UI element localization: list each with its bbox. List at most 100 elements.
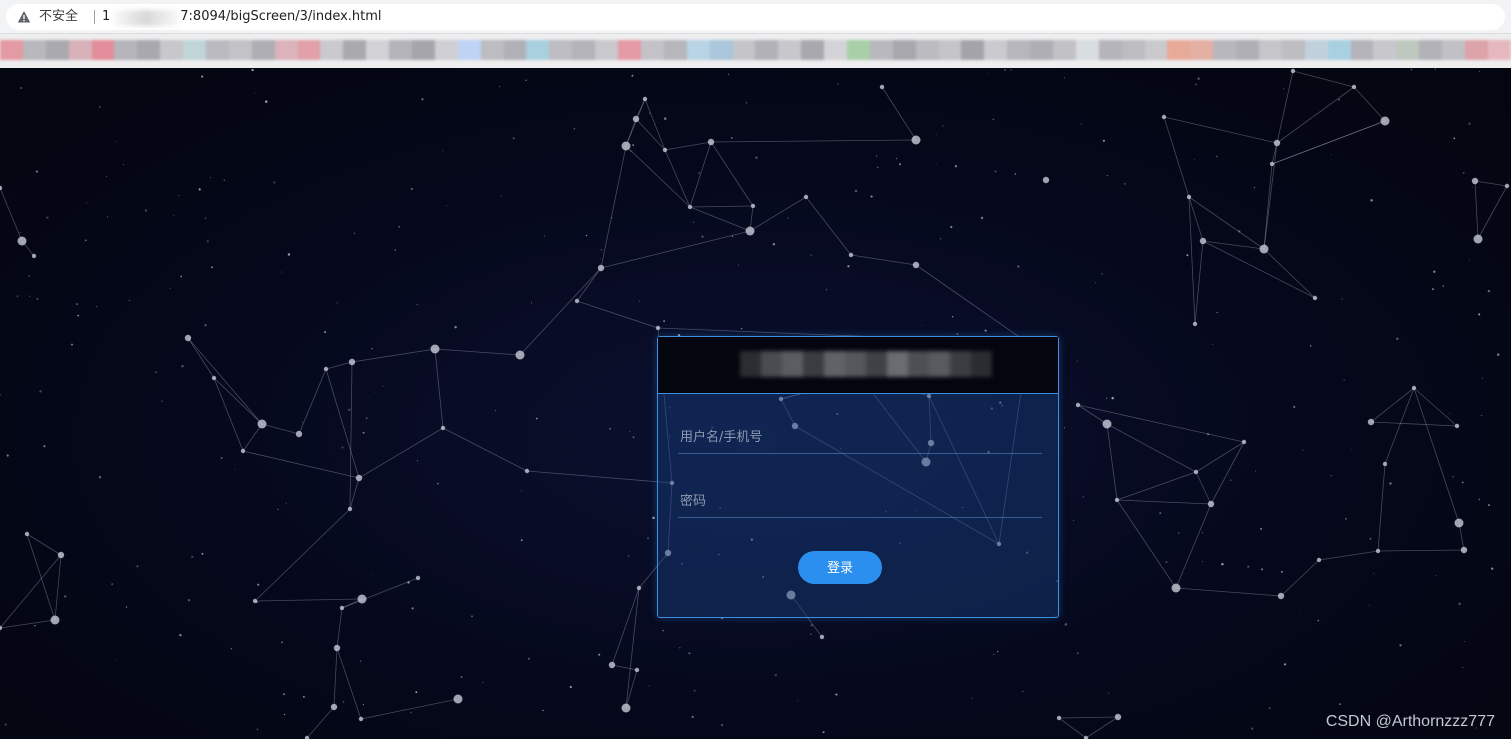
security-label[interactable]: 不安全: [39, 4, 78, 30]
bookmark-item[interactable]: [1487, 40, 1511, 60]
bookmark-item[interactable]: [1327, 40, 1351, 60]
bookmark-item[interactable]: [1396, 40, 1420, 60]
bookmark-item[interactable]: [1281, 40, 1305, 60]
password-input[interactable]: [678, 487, 1042, 515]
star: [693, 689, 696, 692]
star: [283, 693, 286, 696]
star: [1216, 155, 1218, 158]
bookmark-item[interactable]: [1121, 40, 1145, 60]
bookmark-item[interactable]: [434, 40, 458, 60]
bookmark-item[interactable]: [1304, 40, 1328, 60]
bookmark-item[interactable]: [640, 40, 664, 60]
star: [600, 248, 603, 251]
bookmark-item[interactable]: [1373, 40, 1397, 60]
bookmark-item[interactable]: [1098, 40, 1122, 60]
network-link: [1116, 499, 1177, 589]
bookmark-item[interactable]: [869, 40, 893, 60]
bookmark-item[interactable]: [938, 40, 962, 60]
network-link: [1194, 240, 1204, 325]
bookmark-item[interactable]: [1236, 40, 1259, 60]
bookmark-item[interactable]: [1465, 40, 1488, 60]
star: [1102, 139, 1105, 142]
bookmark-item[interactable]: [801, 40, 825, 60]
bookmark-item[interactable]: [526, 40, 550, 60]
network-link: [1271, 120, 1386, 165]
bookmark-item[interactable]: [1350, 40, 1374, 60]
bookmark-item[interactable]: [663, 40, 687, 60]
bookmark-item[interactable]: [1190, 40, 1214, 60]
bookmark-item[interactable]: [961, 40, 985, 60]
bookmark-item[interactable]: [1258, 40, 1282, 60]
bookmark-item[interactable]: [686, 40, 710, 60]
bookmark-item[interactable]: [732, 40, 756, 60]
star: [649, 112, 651, 114]
bookmark-item[interactable]: [709, 40, 733, 60]
star: [86, 202, 88, 204]
bookmark-item[interactable]: [824, 40, 847, 60]
bookmark-item[interactable]: [1213, 40, 1237, 60]
bookmark-item[interactable]: [228, 40, 252, 60]
bookmark-item[interactable]: [274, 40, 298, 60]
url-field[interactable]: 不安全 1 7:8094/bigScreen/3/index.html: [6, 4, 1505, 30]
bookmark-item[interactable]: [1442, 40, 1465, 60]
bookmark-item[interactable]: [1007, 40, 1031, 60]
star: [446, 205, 448, 207]
star: [772, 243, 776, 246]
bookmark-item[interactable]: [320, 40, 344, 60]
bookmark-item[interactable]: [595, 40, 619, 60]
bookmark-item[interactable]: [91, 40, 115, 60]
bookmark-item[interactable]: [137, 40, 161, 60]
bookmark-item[interactable]: [343, 40, 367, 60]
bookmark-item[interactable]: [457, 40, 481, 60]
bookmark-item[interactable]: [0, 40, 23, 60]
bookmark-item[interactable]: [892, 40, 916, 60]
bookmark-item[interactable]: [206, 40, 229, 60]
bookmark-item[interactable]: [618, 40, 641, 60]
blurred-bookmarks[interactable]: [0, 40, 1511, 60]
network-node: [1380, 116, 1390, 126]
network-node: [330, 703, 338, 711]
bookmark-item[interactable]: [412, 40, 435, 60]
network-node: [1114, 713, 1122, 721]
bookmark-item[interactable]: [984, 40, 1008, 60]
bookmark-item[interactable]: [480, 40, 504, 60]
network-node: [1273, 139, 1281, 147]
bookmark-item[interactable]: [366, 40, 390, 60]
star: [952, 316, 954, 318]
star: [1478, 313, 1481, 316]
network-node: [415, 575, 421, 581]
bookmark-item[interactable]: [1052, 40, 1076, 60]
bookmark-item[interactable]: [114, 40, 138, 60]
bookmark-item[interactable]: [389, 40, 413, 60]
warning-triangle-icon[interactable]: [17, 10, 31, 24]
star: [98, 106, 101, 108]
bookmark-item[interactable]: [572, 40, 596, 60]
bookmark-item[interactable]: [549, 40, 573, 60]
bookmark-item[interactable]: [251, 40, 275, 60]
network-node: [819, 634, 825, 640]
bookmark-item[interactable]: [1419, 40, 1443, 60]
star: [520, 539, 523, 542]
bookmark-item[interactable]: [183, 40, 207, 60]
bookmark-item[interactable]: [1167, 40, 1191, 60]
title-blur-block: [908, 351, 929, 377]
bookmark-item[interactable]: [297, 40, 321, 60]
star: [632, 436, 635, 439]
bookmark-item[interactable]: [846, 40, 870, 60]
bookmark-item[interactable]: [68, 40, 92, 60]
network-link: [261, 423, 300, 435]
login-button[interactable]: 登录: [798, 551, 882, 584]
bookmark-item[interactable]: [22, 40, 46, 60]
bookmark-item[interactable]: [45, 40, 69, 60]
bookmark-item[interactable]: [915, 40, 939, 60]
network-link: [1318, 550, 1379, 561]
bookmark-item[interactable]: [503, 40, 527, 60]
star: [1442, 285, 1445, 287]
bookmark-item[interactable]: [160, 40, 184, 60]
bookmark-item[interactable]: [778, 40, 802, 60]
bookmark-item[interactable]: [1030, 40, 1053, 60]
bookmark-item[interactable]: [1075, 40, 1099, 60]
bookmark-item[interactable]: [1144, 40, 1168, 60]
username-input[interactable]: [678, 423, 1042, 451]
bookmark-item[interactable]: [755, 40, 779, 60]
